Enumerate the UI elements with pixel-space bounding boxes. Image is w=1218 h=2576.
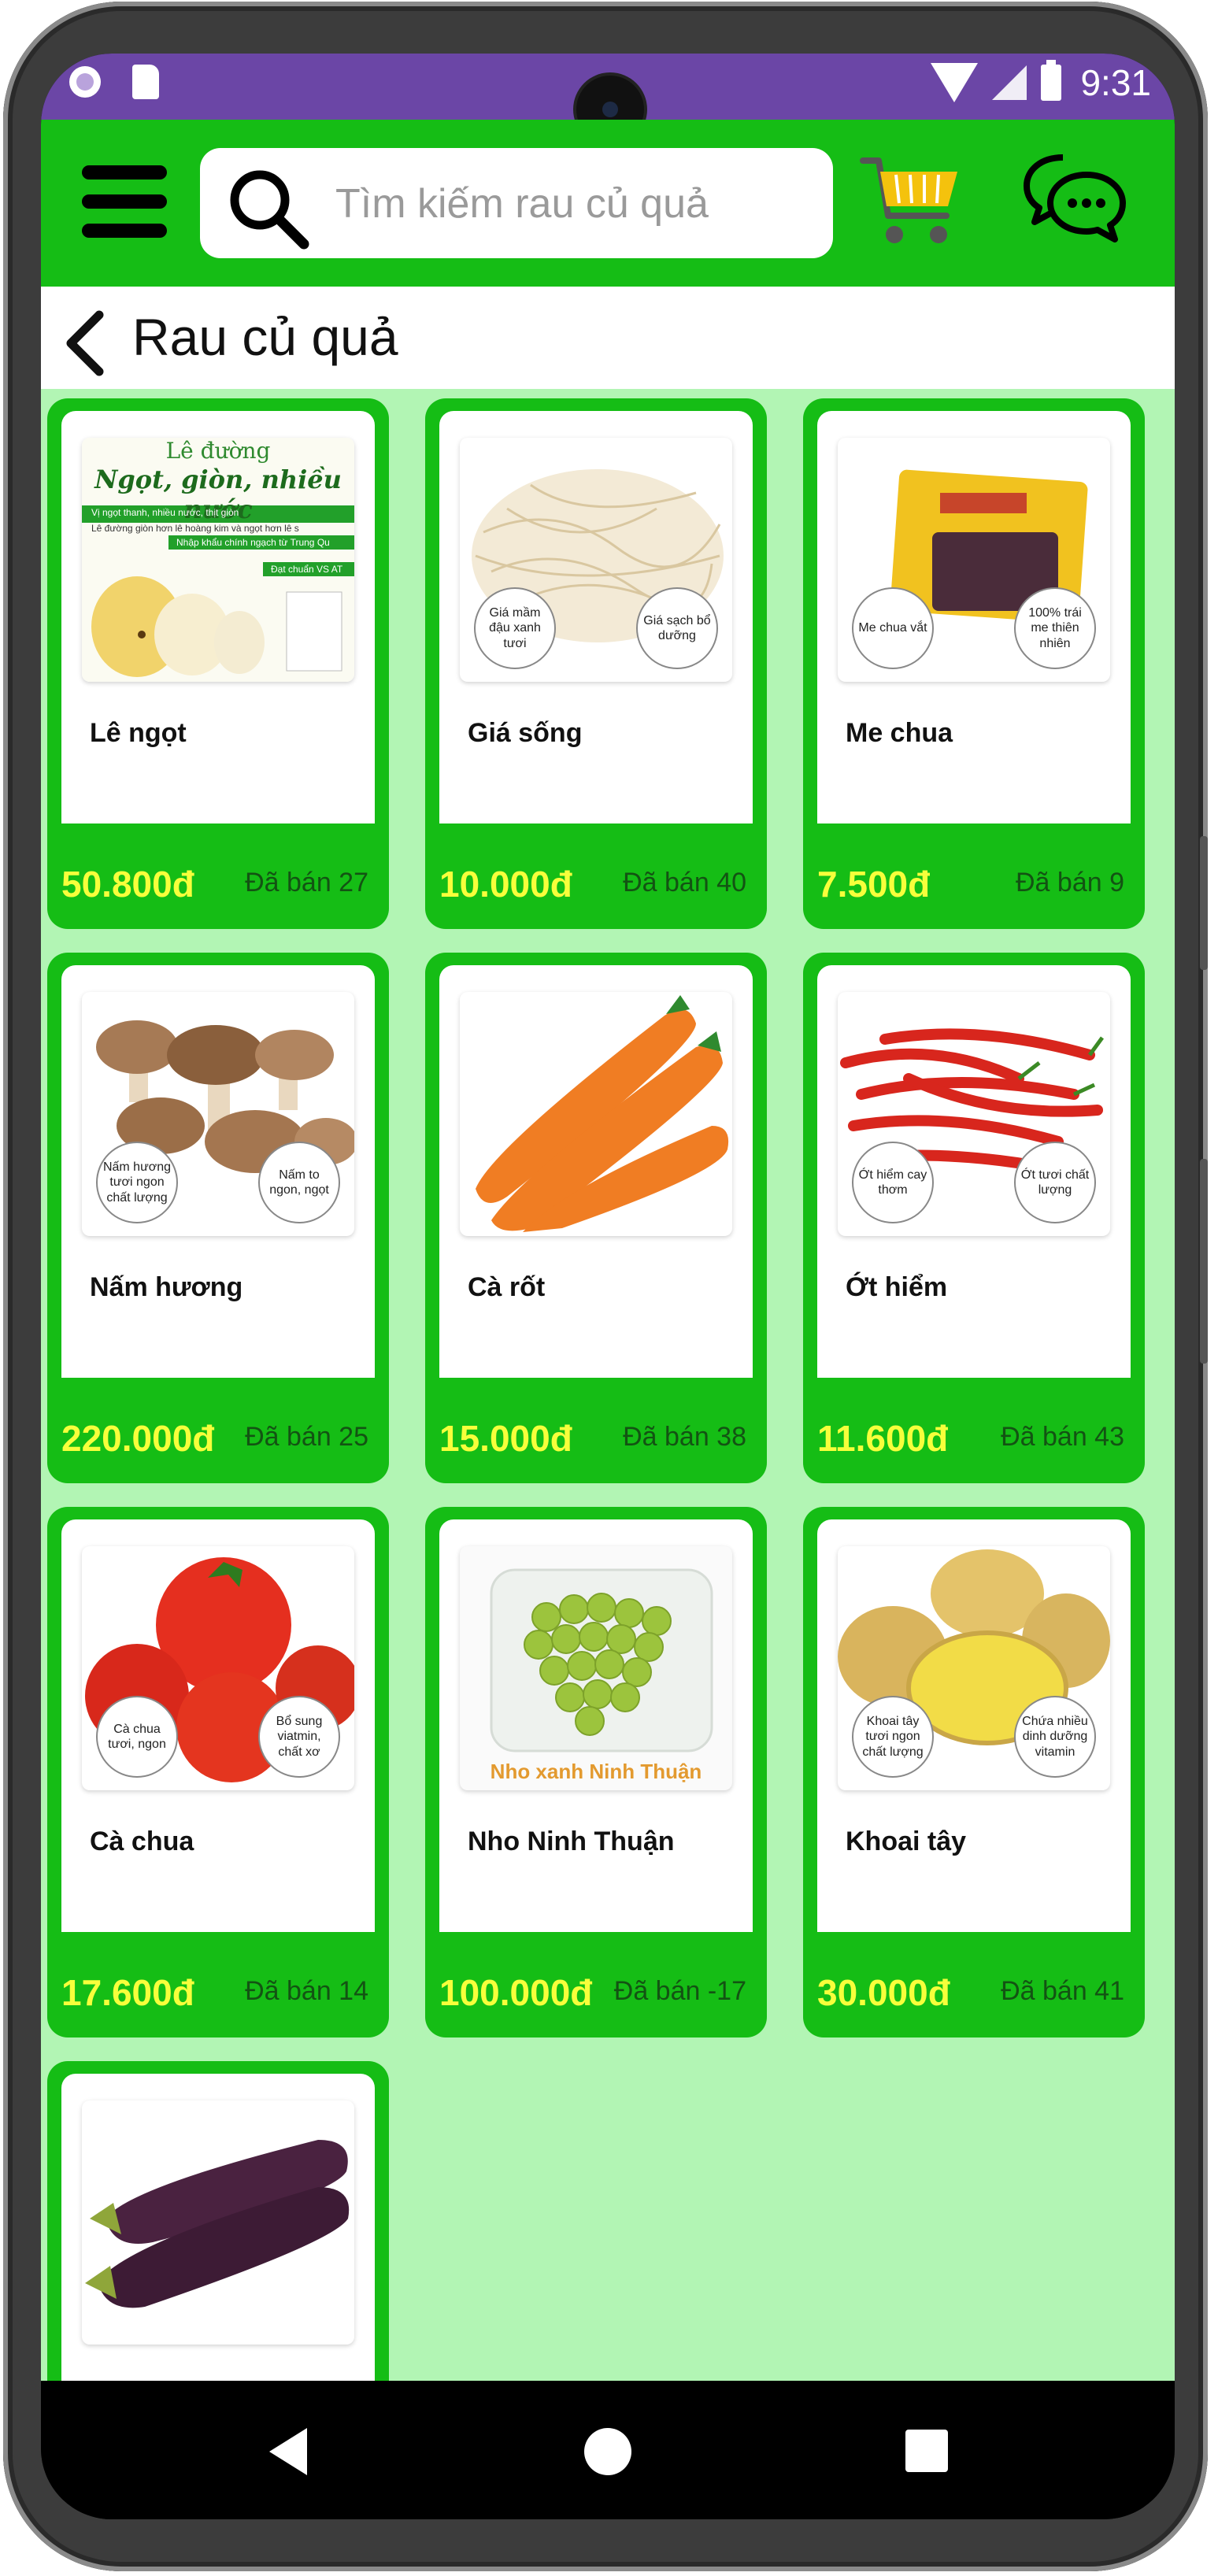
product-card[interactable]: Nấm hương tươi ngon chất lượng Nấm to ng… bbox=[47, 953, 389, 1483]
product-price: 220.000đ bbox=[61, 1418, 215, 1459]
image-badge: Ớt tươi chất lượng bbox=[1014, 1142, 1096, 1223]
cart-icon[interactable] bbox=[860, 151, 962, 249]
image-text-bullet: Lê đường giòn hơn lê hoàng kim và ngọt h… bbox=[91, 523, 299, 534]
wifi-icon bbox=[931, 63, 979, 102]
chat-icon[interactable] bbox=[1022, 151, 1127, 242]
image-text-bullet: Vị ngọt thanh, nhiều nước, thịt giòn bbox=[91, 507, 239, 518]
product-price: 17.600đ bbox=[61, 1972, 194, 2013]
image-badge: Nấm to ngon, ngọt bbox=[258, 1142, 340, 1223]
product-name: Khoai tây bbox=[846, 1827, 967, 1856]
product-sold-count: Đã bán -17 bbox=[613, 1976, 746, 2006]
status-time: 9:31 bbox=[1080, 62, 1151, 103]
image-badge: Bổ sung viatmin, chất xơ bbox=[258, 1696, 340, 1778]
product-sold-count: Đã bán 14 bbox=[245, 1976, 368, 2006]
title-bar: Rau củ quả bbox=[41, 287, 1175, 389]
product-name: Ớt hiểm bbox=[846, 1272, 948, 1302]
notification-icon bbox=[69, 66, 101, 98]
product-card[interactable]: Nho xanh Ninh Thuận Nho Ninh Thuận 100.0… bbox=[425, 1507, 767, 2037]
system-navigation-bar bbox=[41, 2381, 1175, 2519]
product-price: 7.500đ bbox=[817, 864, 931, 905]
product-card[interactable]: Me chua vắt 100% trái me thiên nhiên Me … bbox=[803, 398, 1145, 929]
product-name: Lê ngọt bbox=[90, 718, 187, 748]
product-image-chili: Ớt hiểm cay thơm Ớt tươi chất lượng bbox=[838, 992, 1110, 1236]
image-badge: Giá mầm đậu xanh tươi bbox=[474, 587, 556, 669]
product-image-tomatoes: Cà chua tươi, ngon Bổ sung viatmin, chất… bbox=[82, 1546, 354, 1790]
product-price: 15.000đ bbox=[439, 1418, 572, 1459]
back-arrow-icon[interactable] bbox=[58, 309, 115, 378]
product-name: Giá sống bbox=[468, 718, 583, 748]
hamburger-menu-icon[interactable] bbox=[82, 165, 167, 238]
image-badge: Cà chua tươi, ngon bbox=[96, 1696, 178, 1778]
product-sold-count: Đã bán 41 bbox=[1001, 1976, 1124, 2006]
product-image-tamarind: Me chua vắt 100% trái me thiên nhiên bbox=[838, 438, 1110, 682]
power-button bbox=[1200, 1159, 1208, 1364]
product-price: 11.600đ bbox=[817, 1418, 949, 1459]
image-text-title: Lê đường bbox=[165, 438, 271, 464]
product-image-carrots bbox=[460, 992, 732, 1236]
product-sold-count: Đã bán 27 bbox=[245, 868, 368, 898]
image-text-note: Đạt chuẩn VS AT bbox=[271, 564, 343, 575]
product-price: 50.800đ bbox=[61, 864, 194, 905]
battery-icon bbox=[1041, 60, 1062, 101]
product-image-bean-sprouts: Giá mầm đậu xanh tươi Giá sạch bổ dưỡng bbox=[460, 438, 732, 682]
image-text-note: Nhập khẩu chính ngạch từ Trung Qu bbox=[176, 537, 330, 548]
search-bar[interactable] bbox=[200, 148, 833, 258]
product-card[interactable] bbox=[47, 2061, 389, 2381]
image-badge: Khoai tây tươi ngon chất lượng bbox=[852, 1696, 934, 1778]
product-sold-count: Đã bán 38 bbox=[623, 1422, 746, 1452]
product-name: Me chua bbox=[846, 718, 953, 748]
page-title: Rau củ quả bbox=[132, 308, 398, 366]
product-name: Nho Ninh Thuận bbox=[468, 1827, 675, 1856]
product-name: Cà rốt bbox=[468, 1272, 546, 1302]
product-card[interactable]: Ớt hiểm cay thơm Ớt tươi chất lượng Ớt h… bbox=[803, 953, 1145, 1483]
product-price: 100.000đ bbox=[439, 1972, 593, 2013]
image-badge: Chứa nhiều dinh dưỡng vitamin bbox=[1014, 1696, 1096, 1778]
product-sold-count: Đã bán 25 bbox=[245, 1422, 368, 1452]
product-image-mushrooms: Nấm hương tươi ngon chất lượng Nấm to ng… bbox=[82, 992, 354, 1236]
image-badge: Nấm hương tươi ngon chất lượng bbox=[96, 1142, 178, 1223]
product-image-grapes: Nho xanh Ninh Thuận bbox=[460, 1546, 732, 1790]
product-name: Nấm hương bbox=[90, 1272, 243, 1302]
signal-icon bbox=[992, 65, 1027, 100]
nav-recents-icon[interactable] bbox=[905, 2430, 948, 2472]
nav-home-icon[interactable] bbox=[584, 2428, 631, 2475]
product-card[interactable]: Cà chua tươi, ngon Bổ sung viatmin, chất… bbox=[47, 1507, 389, 2037]
image-badge: Ớt hiểm cay thơm bbox=[852, 1142, 934, 1223]
image-badge: Giá sạch bổ dưỡng bbox=[636, 587, 718, 669]
product-image-potatoes: Khoai tây tươi ngon chất lượng Chứa nhiề… bbox=[838, 1546, 1110, 1790]
product-sold-count: Đã bán 9 bbox=[1016, 868, 1124, 898]
search-input[interactable] bbox=[334, 172, 809, 236]
product-price: 10.000đ bbox=[439, 864, 572, 905]
product-sold-count: Đã bán 43 bbox=[1001, 1422, 1124, 1452]
product-card[interactable]: Khoai tây tươi ngon chất lượng Chứa nhiề… bbox=[803, 1507, 1145, 2037]
image-label: Nho xanh Ninh Thuận bbox=[490, 1760, 702, 1783]
image-badge: Me chua vắt bbox=[852, 587, 934, 669]
product-name: Cà chua bbox=[90, 1827, 194, 1856]
product-image-pear: Lê đường Ngọt, giòn, nhiều nước Vị ngọt … bbox=[82, 438, 354, 682]
app-header bbox=[41, 120, 1175, 287]
volume-button bbox=[1200, 836, 1208, 970]
phone-frame: 9:31 Tìm kiếm rau củ quả Rau củ quả Lê đ… bbox=[3, 2, 1208, 2571]
product-image-eggplant bbox=[82, 2100, 354, 2345]
product-list: Lê đường Ngọt, giòn, nhiều nước Vị ngọt … bbox=[41, 389, 1175, 2381]
product-card[interactable]: Cà rốt 15.000đ Đã bán 38 bbox=[425, 953, 767, 1483]
screen: 9:31 Tìm kiếm rau củ quả Rau củ quả Lê đ… bbox=[41, 54, 1175, 2519]
image-badge: 100% trái me thiên nhiên bbox=[1014, 587, 1096, 669]
product-price: 30.000đ bbox=[817, 1972, 950, 2013]
product-sold-count: Đã bán 40 bbox=[623, 868, 746, 898]
product-card[interactable]: Giá mầm đậu xanh tươi Giá sạch bổ dưỡng … bbox=[425, 398, 767, 929]
search-icon bbox=[230, 170, 309, 250]
product-card[interactable]: Lê đường Ngọt, giòn, nhiều nước Vị ngọt … bbox=[47, 398, 389, 929]
nav-back-icon[interactable] bbox=[269, 2428, 307, 2475]
sd-card-icon bbox=[132, 65, 159, 99]
